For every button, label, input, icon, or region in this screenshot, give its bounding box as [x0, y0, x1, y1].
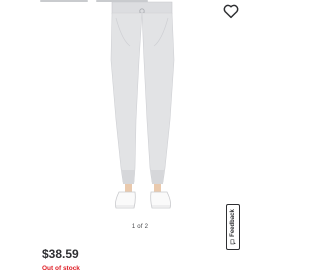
- product-image[interactable]: [92, 0, 192, 220]
- feedback-label: Feedback: [230, 209, 236, 237]
- favorite-heart-icon[interactable]: [222, 2, 240, 20]
- product-price: $38.59: [42, 247, 79, 261]
- feedback-button[interactable]: Feedback: [226, 204, 240, 250]
- chat-bubble-icon: [230, 239, 236, 245]
- stock-status: Out of stock: [42, 265, 80, 272]
